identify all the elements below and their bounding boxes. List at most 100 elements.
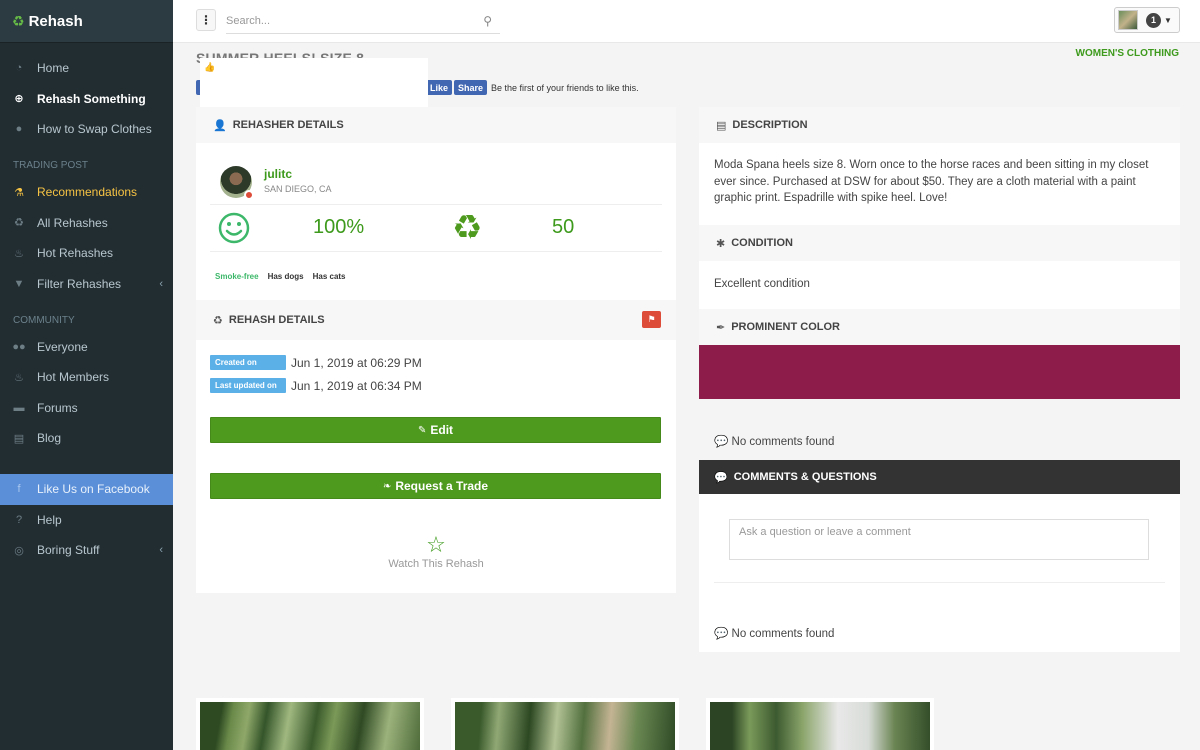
panel-heading: 💬 COMMENTS & QUESTIONS [699, 460, 1180, 494]
panel-heading: 👤 REHASHER DETAILS [196, 107, 676, 143]
comment-icon: 💬 [714, 628, 729, 640]
user-icon: 👤 [213, 119, 227, 132]
sidebar-item-hot-rehashes[interactable]: ♨ Hot Rehashes [0, 238, 173, 268]
sidebar-item-label: Home [37, 61, 70, 76]
request-trade-label: Request a Trade [395, 479, 489, 493]
facebook-like-bar: 👍 Like Share Be the first of your friend… [196, 57, 639, 118]
sidebar-item-home[interactable]: ◔ Home [0, 53, 173, 83]
pencil-icon: ✎ [417, 424, 427, 436]
recycle-icon: ♻ [213, 314, 223, 327]
search-icon[interactable]: ⚲ [483, 14, 492, 28]
rehasher-location: SAN DIEGO, CA [264, 184, 332, 194]
rehasher-heading: REHASHER DETAILS [232, 119, 344, 131]
sidebar-item-all-rehashes[interactable]: ♻ All Rehashes [0, 208, 173, 238]
plus-circle-icon: ⊕ [14, 93, 24, 106]
sidebar-item-hot-members[interactable]: ♨ Hot Members [0, 362, 173, 392]
rehasher-details-panel: 👤 REHASHER DETAILS julitc SAN DIEGO, CA … [196, 107, 676, 300]
related-rehash-thumbnail[interactable] [706, 698, 934, 750]
updated-row: Last updated on Jun 1, 2019 at 06:34 PM [210, 378, 422, 393]
flask-icon: ⚗ [14, 186, 24, 199]
facebook-icon: f [17, 483, 21, 496]
sidebar-item-forums[interactable]: ▬ Forums [0, 393, 173, 423]
facebook-like-text: Be the first of your friends to like thi… [491, 82, 639, 93]
fire-icon: ♨ [14, 371, 24, 384]
sidebar-item-help[interactable]: ? Help [0, 505, 173, 535]
sidebar-item-how-to-swap[interactable]: ● How to Swap Clothes [0, 114, 173, 144]
comments-heading: COMMENTS & QUESTIONS [733, 471, 877, 483]
sidebar-item-recommendations[interactable]: ⚗ Recommendations [0, 177, 173, 207]
asterisk-icon: ✱ [716, 237, 726, 250]
rehash-details-panel: ♻ REHASH DETAILS ⚑ Created on Jun 1, 201… [196, 300, 676, 593]
search-box: ⚲ [226, 9, 500, 34]
recycle-icon: ♻ [452, 209, 483, 247]
category-link[interactable]: WOMEN'S CLOTHING [1076, 48, 1179, 59]
created-value: Jun 1, 2019 at 06:29 PM [291, 355, 422, 370]
eyedropper-icon: ✒ [716, 321, 726, 334]
top-bar: ⋮ ⚲ 1 ▼ [173, 0, 1200, 43]
rehasher-tags: Smoke-free Has dogs Has cats [215, 272, 346, 281]
sidebar-item-filter-rehashes[interactable]: ▼ Filter Rehashes ‹ [0, 268, 173, 298]
related-rehash-thumbnail[interactable] [451, 698, 679, 750]
users-icon: ●● [12, 340, 26, 353]
facebook-share-button[interactable]: Share [454, 80, 488, 95]
newspaper-icon: ▤ [13, 432, 25, 445]
panel-heading: ♻ REHASH DETAILS [196, 300, 676, 340]
leaf-icon: ❧ [382, 480, 392, 492]
community-header: COMMUNITY [13, 314, 75, 326]
condition-panel: ✱ CONDITION Excellent condition [699, 225, 1180, 309]
condition-heading: CONDITION [731, 237, 793, 249]
user-menu[interactable]: 1 ▼ [1114, 7, 1180, 33]
edit-button[interactable]: ✎ Edit [210, 417, 661, 443]
sidebar-item-boring-stuff[interactable]: ◎ Boring Stuff ‹ [0, 535, 173, 565]
comment-input[interactable] [729, 519, 1149, 560]
divider [714, 582, 1165, 583]
sidebar-item-label: Hot Members [37, 370, 110, 385]
facebook-like-label: Like [430, 82, 449, 93]
filter-icon: ▼ [13, 277, 25, 290]
request-trade-button[interactable]: ❧ Request a Trade [210, 473, 661, 499]
sidebar-item-label: Hot Rehashes [37, 246, 114, 261]
panel-heading: ▤ DESCRIPTION [699, 107, 1180, 143]
caret-down-icon: ▼ [1164, 15, 1172, 25]
panel-heading: ✱ CONDITION [699, 225, 1180, 261]
comments-panel: 💬 COMMENTS & QUESTIONS 💬 No comments fou… [699, 460, 1180, 652]
sidebar-item-blog[interactable]: ▤ Blog [0, 423, 173, 453]
info-circle-icon: ● [15, 122, 23, 135]
sidebar-item-label: Filter Rehashes [37, 276, 122, 291]
flag-button[interactable]: ⚑ [642, 311, 661, 328]
panel-heading: ✒ PROMINENT COLOR [699, 309, 1180, 345]
sidebar-item-rehash-something[interactable]: ⊕ Rehash Something [0, 83, 173, 113]
watch-rehash[interactable]: ☆ Watch This Rehash [196, 534, 676, 571]
recycle-icon: ♻ [14, 217, 24, 230]
description-panel: ▤ DESCRIPTION Moda Spana heels size 8. W… [699, 107, 1180, 225]
app-brand[interactable]: ♻ Rehash [0, 0, 173, 43]
menu-toggle-button[interactable]: ⋮ [196, 9, 216, 31]
rehasher-avatar[interactable] [220, 166, 254, 200]
tag-smoke-free: Smoke-free [215, 272, 259, 281]
related-rehashes [196, 698, 934, 750]
smile-icon [218, 212, 250, 244]
status-dot [244, 190, 254, 200]
rehasher-username[interactable]: julitc [264, 167, 332, 181]
search-input[interactable] [226, 15, 456, 27]
edit-button-label: Edit [430, 423, 454, 437]
related-rehash-thumbnail[interactable] [196, 698, 424, 750]
dashboard-icon: ◔ [15, 62, 23, 75]
rating-value: 100% [313, 216, 365, 238]
chevron-left-icon: ‹ [159, 277, 163, 290]
no-comments-bottom: 💬 No comments found [714, 626, 834, 640]
description-text: Moda Spana heels size 8. Worn once to th… [714, 159, 1149, 204]
sidebar-item-facebook[interactable]: f Like Us on Facebook [0, 474, 173, 505]
sidebar-item-everyone[interactable]: ●● Everyone [0, 332, 173, 362]
updated-value: Jun 1, 2019 at 06:34 PM [291, 378, 422, 393]
app-name: Rehash [28, 12, 83, 30]
sidebar-item-label: Boring Stuff [37, 543, 100, 558]
trades-value: 50 [552, 216, 575, 238]
prominent-color-panel: ✒ PROMINENT COLOR [699, 309, 1180, 399]
fire-icon: ♨ [14, 247, 24, 260]
no-comments-text: No comments found [731, 628, 835, 640]
watch-label: Watch This Rehash [388, 558, 484, 570]
circle-icon: ◎ [14, 544, 24, 557]
facebook-like-button[interactable]: 👍 Like [196, 57, 453, 118]
color-swatch [699, 345, 1180, 399]
